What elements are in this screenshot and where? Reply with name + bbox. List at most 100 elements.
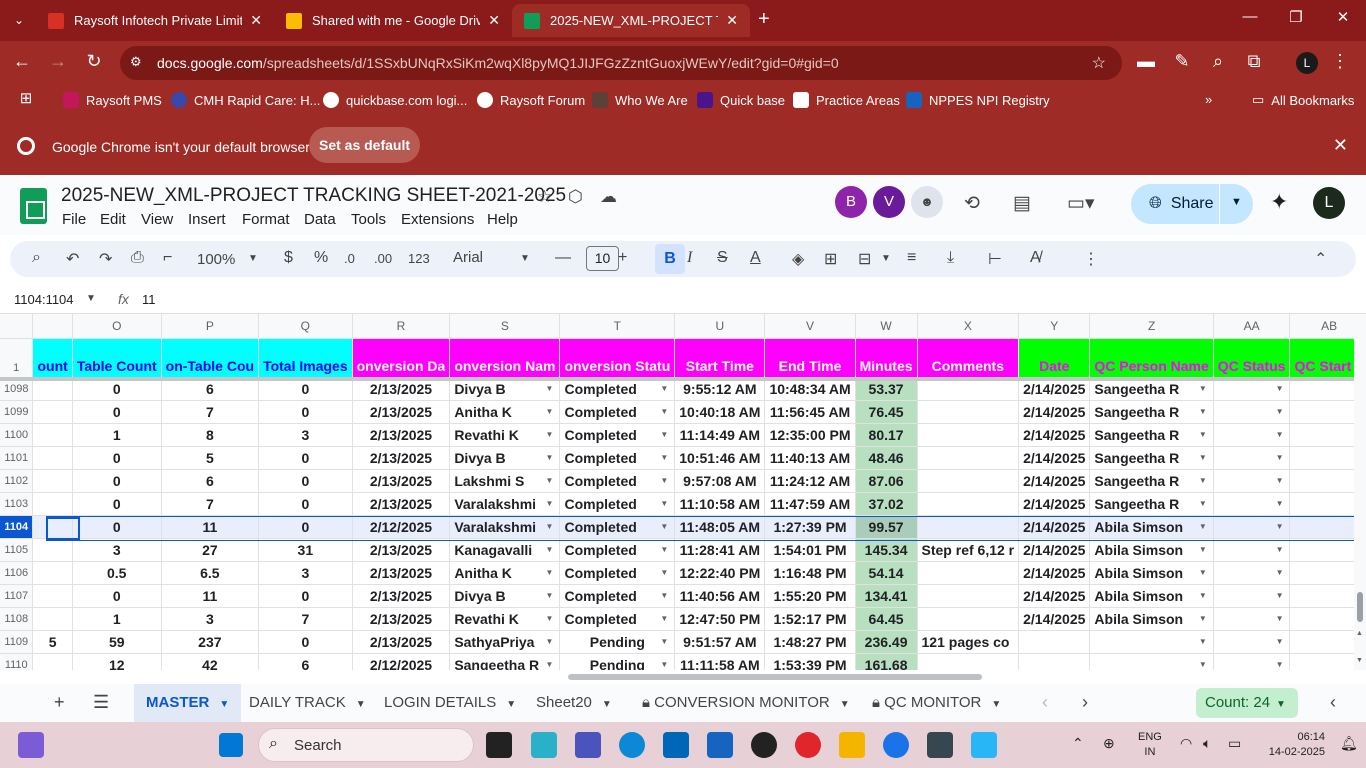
cell-u[interactable]: 10:51:46 AM [674,446,766,470]
column-title[interactable]: onversion Nam [449,338,561,378]
cell-q[interactable]: 31 [258,538,353,562]
redo-icon[interactable]: ↷ [99,249,112,269]
cell-s[interactable]: Divya B [449,446,561,470]
cell-s[interactable]: Anitha K [449,561,561,585]
column-title[interactable]: Minutes [855,338,918,378]
strikethrough-button[interactable]: S [717,249,728,267]
cell-v[interactable]: 1:55:20 PM [764,584,856,608]
spreadsheet-grid[interactable]: O P Q R S T U V W X Y Z AA AB 1 ount Table Count on-Table… [0,314,1354,670]
cell-x[interactable] [917,561,1020,585]
chevron-down-icon[interactable]: ▼ [219,699,229,710]
cell-n[interactable] [32,561,73,585]
column-title[interactable]: onversion Statu [559,338,676,378]
cell-w[interactable]: 80.17 [855,423,918,447]
cell-t[interactable]: Completed [559,469,676,493]
cell-t[interactable]: Completed [559,423,676,447]
cell-v[interactable]: 11:56:45 AM [764,400,856,424]
merge-caret-icon[interactable]: ▼ [881,253,891,264]
dell-icon[interactable] [751,732,777,758]
cell-v[interactable]: 1:54:01 PM [764,538,856,562]
menu-insert[interactable]: Insert [188,211,226,228]
horizontal-scrollbar[interactable] [0,670,1366,684]
battery-icon[interactable]: ▭ [1228,735,1241,752]
collaborator-avatar[interactable]: V [873,186,905,218]
star-icon[interactable]: ☆ [537,187,552,207]
menu-file[interactable]: File [62,211,86,228]
vertical-scroll-thumb[interactable] [1357,592,1363,622]
cell-x[interactable]: Step ref 6,12 r [917,538,1020,562]
cell-x[interactable] [917,653,1020,670]
cell-r[interactable]: 2/13/2025 [352,446,451,470]
row-number[interactable]: 1109 [0,630,34,654]
clock[interactable]: 06:14 14-02-2025 [1257,730,1325,760]
new-tab-plus-icon[interactable]: + [758,8,770,31]
chevron-down-icon[interactable]: ▼ [991,699,1001,710]
zoom-search-icon[interactable]: ⌕ [1206,51,1230,72]
borders-icon[interactable]: ⊞ [824,249,837,269]
percent-format-button[interactable]: % [314,249,328,267]
cell-aa-qc-status[interactable] [1213,607,1291,631]
row-number[interactable]: 1106 [0,561,34,585]
cell-y[interactable]: 2/14/2025 [1018,561,1091,585]
cell-aa-qc-status[interactable] [1213,584,1291,608]
cell-o[interactable]: 3 [72,538,162,562]
increase-decimal-button[interactable]: .00 [374,251,392,266]
file-explorer-icon[interactable] [839,732,865,758]
menu-view[interactable]: View [141,211,173,228]
cell-y[interactable]: 2/14/2025 [1018,584,1091,608]
cell-w[interactable]: 161.68 [855,653,918,670]
comments-icon[interactable]: ▤ [1013,192,1031,215]
cell-u[interactable]: 12:22:40 PM [674,561,766,585]
row-number[interactable]: 1100 [0,423,34,447]
cell-r[interactable]: 2/13/2025 [352,561,451,585]
cell-x[interactable] [917,423,1020,447]
cell-x[interactable] [917,584,1020,608]
cell-p[interactable]: 11 [161,515,260,539]
cell-p[interactable]: 42 [161,653,260,670]
cell-q[interactable]: 6 [258,653,353,670]
cell-o[interactable]: 0.5 [72,561,162,585]
cell-o[interactable]: 1 [72,607,162,631]
cell-x[interactable] [917,492,1020,516]
column-title[interactable]: Date [1018,338,1091,378]
cell-z[interactable]: Sangeetha R [1089,446,1214,470]
chevron-down-icon[interactable]: ▼ [356,699,366,710]
cell-o[interactable]: 0 [72,446,162,470]
cell-u[interactable]: 11:48:05 AM [674,515,766,539]
share-button[interactable]: 🌐︎ Share ▼ [1131,184,1253,224]
browser-tab-raysoft[interactable]: Raysoft Infotech Private Limited ✕ [36,4,274,37]
opera-icon[interactable] [795,732,821,758]
cell-o[interactable]: 0 [72,400,162,424]
cell-ab[interactable] [1289,607,1354,631]
cell-r[interactable]: 2/13/2025 [352,607,451,631]
puzzle-extensions-icon[interactable]: ⧉ [1242,51,1266,72]
cell-t[interactable]: Pending [559,653,676,670]
cell-v[interactable]: 11:40:13 AM [764,446,856,470]
cell-r[interactable]: 2/13/2025 [352,492,451,516]
cell-ab[interactable] [1289,423,1354,447]
cell-ab[interactable] [1289,469,1354,493]
site-info-icon[interactable]: ⚙ [130,54,142,70]
cell-r[interactable]: 2/13/2025 [352,423,451,447]
cell-r[interactable]: 2/13/2025 [352,400,451,424]
selection-count-badge[interactable]: Count: 24 ▼ [1196,688,1298,718]
scroll-tabs-left-icon[interactable]: ‹ [1042,692,1048,713]
cell-s[interactable]: Sangeetha R [449,653,561,670]
close-icon[interactable]: ✕ [726,12,738,29]
cell-u[interactable]: 10:40:18 AM [674,400,766,424]
column-header-y[interactable]: Y [1018,314,1091,339]
cell-z[interactable]: Abila Simson [1089,607,1214,631]
app-icon[interactable] [971,732,997,758]
search-menus-icon[interactable]: ⌕ [32,249,41,267]
cell-t[interactable]: Completed [559,584,676,608]
bookmark-quick-base[interactable]: Quick base [697,92,785,108]
column-header-u[interactable]: U [674,314,766,339]
cell-u[interactable]: 9:57:08 AM [674,469,766,493]
cell-r[interactable]: 2/13/2025 [352,538,451,562]
cell-w[interactable]: 236.49 [855,630,918,654]
cell-y[interactable]: 2/14/2025 [1018,446,1091,470]
cell-y[interactable]: 2/14/2025 [1018,492,1091,516]
cell-n[interactable] [32,653,73,670]
cell-y[interactable]: 2/14/2025 [1018,400,1091,424]
windows-start-icon[interactable] [219,733,243,757]
